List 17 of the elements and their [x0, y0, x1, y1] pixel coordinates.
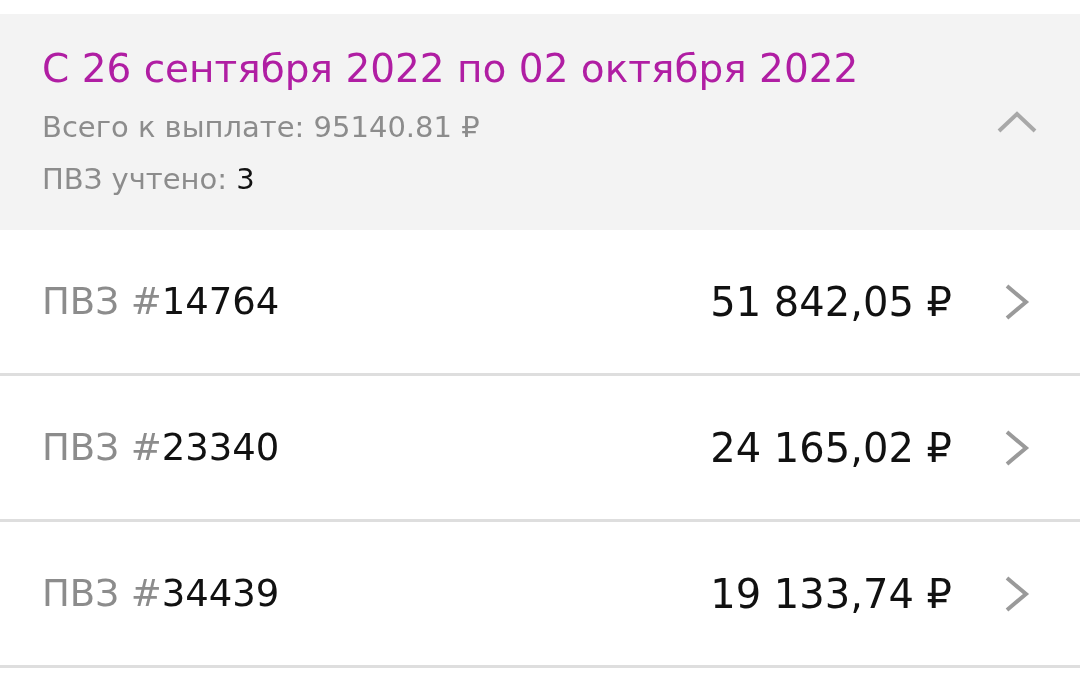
chevron-right-icon [1004, 574, 1030, 613]
pickup-point-row[interactable]: ПВЗ #34439 19 133,74 ₽ [0, 522, 1080, 668]
payout-amount: 24 165,02 ₽ [710, 423, 952, 473]
chevron-up-icon[interactable] [996, 110, 1038, 134]
points-count: ПВЗ учтено: 3 [42, 161, 255, 198]
payout-total: Всего к выплате: 95140.81 ₽ [42, 109, 480, 146]
pickup-point-label: ПВЗ #34439 [42, 570, 281, 617]
chevron-right-icon [1004, 428, 1030, 467]
pickup-point-label: ПВЗ #23340 [42, 424, 281, 471]
chevron-right-icon [1004, 282, 1030, 321]
period-title: С 26 сентября 2022 по 02 октября 2022 [42, 45, 859, 93]
payout-amount: 51 842,05 ₽ [710, 277, 952, 327]
payout-amount: 19 133,74 ₽ [710, 569, 952, 619]
pickup-point-label: ПВЗ #14764 [42, 278, 281, 325]
pickup-point-row[interactable]: ПВЗ #23340 24 165,02 ₽ [0, 376, 1080, 522]
pickup-point-row[interactable]: ПВЗ #14764 51 842,05 ₽ [0, 230, 1080, 376]
period-header[interactable]: С 26 сентября 2022 по 02 октября 2022 Всего к выплате: 95140.81 ₽ ПВЗ учтено: 3 [0, 14, 1080, 230]
